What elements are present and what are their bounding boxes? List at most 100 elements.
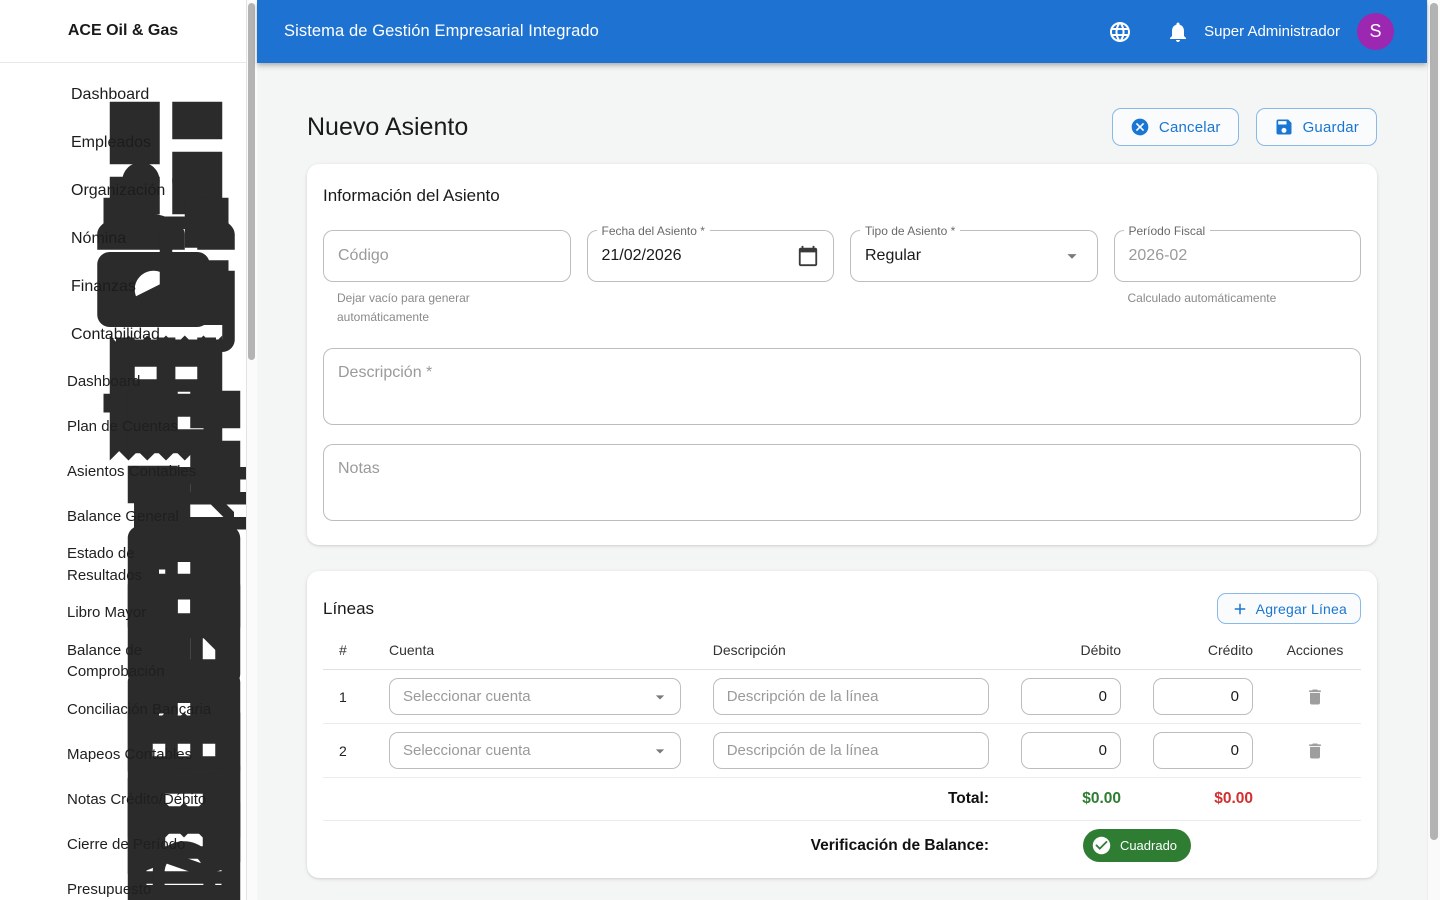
sidebar-scrollbar[interactable]: [247, 0, 257, 900]
debito-input-row2[interactable]: [1021, 732, 1121, 769]
fecha-field[interactable]: Fecha del Asiento * 21/02/2026: [587, 230, 835, 282]
cuenta-select-row2[interactable]: Seleccionar cuenta: [389, 732, 681, 769]
delete-line-button-row2[interactable]: [1299, 735, 1331, 767]
tipo-select[interactable]: Tipo de Asiento * Regular: [850, 230, 1098, 282]
sidebar-subitem-label: Libro Mayor: [67, 602, 146, 624]
sidebar-subitem-label: Dashboard: [67, 371, 140, 393]
lines-card: Líneas Agregar Línea # Cuenta Descripció…: [307, 571, 1377, 878]
sidebar-subitem-label: Plan de Cuentas: [67, 416, 178, 438]
sidebar-item-label: Finanzas: [71, 278, 136, 296]
total-debito: $0.00: [1005, 778, 1137, 820]
credito-input-row1[interactable]: [1153, 678, 1253, 715]
debito-input-row1[interactable]: [1021, 678, 1121, 715]
sidebar-subitem-label: Notas Crédito/Débito: [67, 789, 206, 811]
sidebar-subitem-cierre-de-periodo[interactable]: Cierre de Período: [0, 822, 246, 867]
descripcion-input-row2[interactable]: [713, 732, 989, 769]
info-card-heading: Información del Asiento: [323, 186, 1361, 206]
balance-status-label: Cuadrado: [1120, 838, 1177, 853]
lines-card-heading: Líneas: [323, 599, 374, 619]
plus-icon: [1231, 600, 1249, 618]
sidebar-subitem-asientos-contables[interactable]: Asientos Contables: [0, 449, 246, 494]
codigo-placeholder: Código: [338, 247, 556, 265]
descripcion-textarea[interactable]: [323, 348, 1361, 425]
sidebar-item-contabilidad[interactable]: Contabilidad: [0, 311, 246, 359]
codigo-field[interactable]: Código: [323, 230, 571, 282]
sidebar-item-organizacion[interactable]: Organización: [0, 167, 246, 215]
delete-line-button-row1[interactable]: [1299, 681, 1331, 713]
sidebar-item-dashboard[interactable]: Dashboard: [0, 71, 246, 119]
sidebar-subitem-notas-credito-debito[interactable]: Notas Crédito/Débito: [0, 777, 246, 822]
map-icon: [34, 745, 54, 765]
chevron-down-icon: [204, 179, 228, 203]
periodo-value: 2026-02: [1129, 247, 1347, 265]
caret-down-icon: [650, 741, 670, 761]
sidebar-item-finanzas[interactable]: Finanzas: [0, 263, 246, 311]
total-label: Total:: [697, 778, 1005, 820]
sidebar-subitem-dashboard[interactable]: Dashboard: [0, 359, 246, 404]
notas-textarea[interactable]: [323, 444, 1361, 521]
totals-row: Total: $0.00 $0.00: [323, 778, 1361, 821]
cuenta-select-placeholder: Seleccionar cuenta: [403, 688, 650, 705]
add-line-button[interactable]: Agregar Línea: [1217, 593, 1361, 624]
sidebar-item-nomina[interactable]: Nómina: [0, 215, 246, 263]
cancel-icon: [1130, 117, 1150, 137]
payments-icon: [16, 227, 40, 251]
save-button[interactable]: Guardar: [1256, 108, 1377, 146]
cuenta-select-placeholder: Seleccionar cuenta: [403, 742, 650, 759]
sidebar-item-empleados[interactable]: Empleados: [0, 119, 246, 167]
document-icon: [34, 603, 54, 623]
sidebar-subitem-label: Balance General: [67, 506, 179, 528]
language-button[interactable]: [1100, 12, 1140, 52]
sidebar-subitem-label: Cierre de Período: [67, 834, 185, 856]
page-scrollbar[interactable]: [1427, 0, 1440, 900]
sidebar-subitem-plan-de-cuentas[interactable]: Plan de Cuentas: [0, 404, 246, 449]
cuenta-select-row1[interactable]: Seleccionar cuenta: [389, 678, 681, 715]
sidebar-subitem-libro-mayor[interactable]: Libro Mayor: [0, 591, 246, 636]
document-icon: [34, 462, 54, 482]
org-tree-icon: [16, 179, 40, 203]
brand-title: ACE Oil & Gas: [0, 0, 246, 63]
avatar[interactable]: S: [1357, 13, 1394, 50]
chevron-up-icon: [204, 323, 228, 347]
bank-icon: [16, 275, 40, 299]
lines-table-header: # Cuenta Descripción Débito Crédito Acci…: [323, 624, 1361, 670]
main-area: Sistema de Gestión Empresarial Integrado…: [257, 0, 1427, 900]
list-icon: [34, 417, 54, 437]
sidebar-menu: Dashboard Empleados Organización Nómina …: [0, 63, 246, 900]
periodo-helper-text: Calculado automáticamente: [1128, 289, 1293, 308]
tipo-label: Tipo de Asiento *: [860, 224, 960, 238]
save-button-label: Guardar: [1303, 119, 1359, 136]
sidebar-scrollbar-thumb[interactable]: [248, 3, 255, 360]
chevron-down-icon: [206, 879, 228, 900]
trash-icon: [1305, 741, 1325, 761]
page-title: Nuevo Asiento: [307, 113, 468, 142]
balance-status-chip: Cuadrado: [1083, 829, 1191, 862]
sidebar-subitem-conciliacion-bancaria[interactable]: Conciliación Bancaria: [0, 687, 246, 732]
app-title: Sistema de Gestión Empresarial Integrado: [284, 22, 599, 41]
bar-chart-icon: [34, 651, 54, 671]
descripcion-input-row1[interactable]: [713, 678, 989, 715]
save-icon: [1274, 117, 1294, 137]
cancel-button[interactable]: Cancelar: [1112, 108, 1239, 146]
notifications-button[interactable]: [1158, 12, 1198, 52]
page-header: Nuevo Asiento Cancelar Guardar: [307, 108, 1377, 146]
wallet-icon: [34, 880, 54, 900]
sidebar-subitem-estado-de-resultados[interactable]: Estado de Resultados: [0, 539, 246, 591]
sidebar-item-presupuesto[interactable]: Presupuesto: [0, 867, 246, 900]
add-line-button-label: Agregar Línea: [1256, 601, 1347, 617]
fecha-value: 21/02/2026: [602, 247, 798, 265]
page-scrollbar-thumb[interactable]: [1430, 3, 1438, 840]
codigo-helper-text: Dejar vacío para generar automáticamente: [337, 289, 502, 327]
page-content: Nuevo Asiento Cancelar Guardar Informaci…: [257, 63, 1427, 900]
calendar-icon[interactable]: [797, 245, 819, 267]
user-name: Super Administrador: [1204, 23, 1340, 40]
bar-chart-icon: [34, 555, 54, 575]
row-number: 2: [323, 735, 373, 767]
col-cuenta: Cuenta: [373, 624, 697, 669]
sidebar-subitem-mapeos-contables[interactable]: Mapeos Contables: [0, 732, 246, 777]
sidebar-subitem-balance-general[interactable]: Balance General: [0, 494, 246, 539]
sidebar-subitem-balance-de-comprobacion[interactable]: Balance de Comprobación: [0, 636, 246, 688]
chevron-down-icon: [204, 227, 228, 251]
credito-input-row2[interactable]: [1153, 732, 1253, 769]
sidebar-item-label: Empleados: [71, 134, 151, 152]
